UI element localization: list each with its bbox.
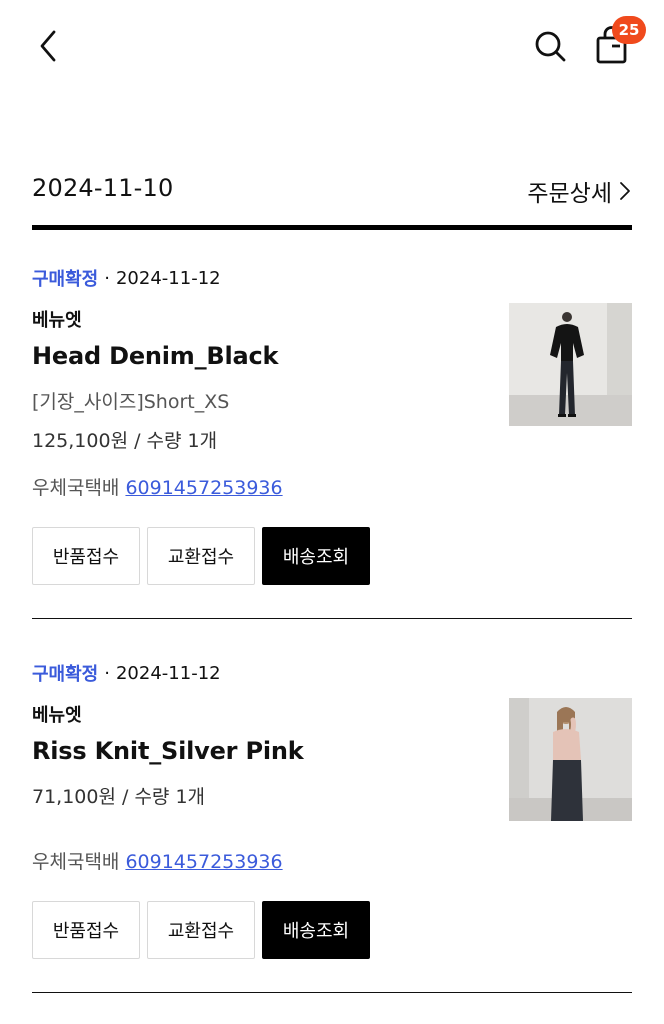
status-date: 2024-11-12: [115, 267, 221, 289]
exchange-request-button[interactable]: 교환접수: [147, 527, 255, 585]
search-icon[interactable]: [528, 24, 572, 68]
exchange-request-button[interactable]: 교환접수: [147, 901, 255, 959]
chevron-right-icon: [620, 182, 630, 200]
status-row: 구매확정 · 2024-11-12: [32, 265, 632, 291]
product-image[interactable]: [509, 303, 632, 426]
separator-dot: ·: [104, 662, 110, 684]
top-bar: 25: [0, 0, 664, 90]
separator-dot: ·: [104, 267, 110, 289]
product-price: 125,100원 / 수량 1개: [32, 430, 218, 452]
divider: [32, 992, 632, 993]
order-detail-label: 주문상세: [527, 181, 612, 207]
shipping-info: 우체국택배 6091457253936: [32, 473, 283, 500]
order-item: 구매확정 · 2024-11-12 베뉴엣 Riss Knit_Silver P…: [32, 660, 632, 959]
order-header: 2024-11-10 주문상세: [32, 174, 632, 210]
track-delivery-button[interactable]: 배송조회: [262, 527, 370, 585]
status-row: 구매확정 · 2024-11-12: [32, 660, 632, 686]
product-image[interactable]: [509, 698, 632, 821]
shipping-info: 우체국택배 6091457253936: [32, 847, 283, 874]
order-date: 2024-11-10: [32, 174, 174, 202]
status-label: 구매확정: [32, 269, 99, 290]
order-item: 구매확정 · 2024-11-12 베뉴엣 Head Denim_Black […: [32, 265, 632, 585]
track-delivery-button[interactable]: 배송조회: [262, 901, 370, 959]
tracking-number-link[interactable]: 6091457253936: [125, 851, 282, 873]
divider: [32, 618, 632, 619]
status-label: 구매확정: [32, 664, 99, 685]
action-buttons: 반품접수 교환접수 배송조회: [32, 901, 370, 959]
cart-count-badge: 25: [612, 16, 646, 44]
chevron-left-icon[interactable]: [30, 24, 70, 68]
tracking-number-link[interactable]: 6091457253936: [125, 477, 282, 499]
status-date: 2024-11-12: [115, 662, 221, 684]
carrier-name: 우체국택배: [32, 851, 120, 873]
divider: [32, 225, 632, 230]
action-buttons: 반품접수 교환접수 배송조회: [32, 527, 370, 585]
carrier-name: 우체국택배: [32, 477, 120, 499]
return-request-button[interactable]: 반품접수: [32, 527, 140, 585]
order-detail-link[interactable]: 주문상세: [527, 174, 632, 208]
return-request-button[interactable]: 반품접수: [32, 901, 140, 959]
